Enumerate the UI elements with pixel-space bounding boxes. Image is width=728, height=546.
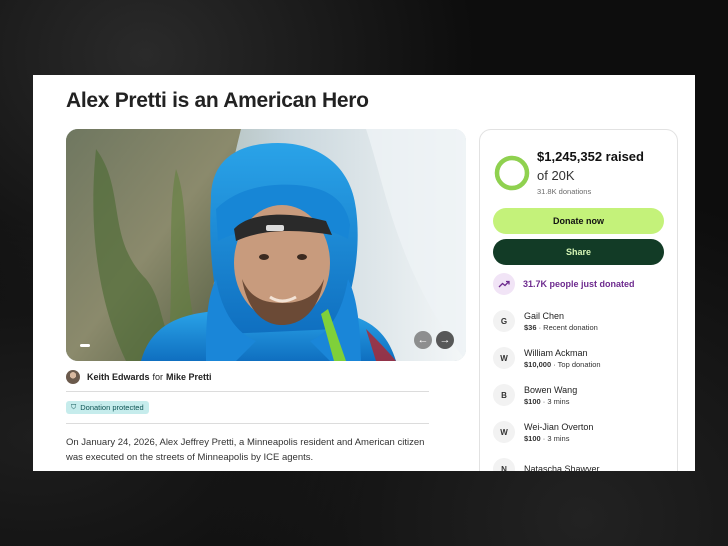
organizer-name[interactable]: Keith Edwards (87, 372, 150, 382)
campaign-photo-image (66, 129, 466, 361)
goal-amount: of 20K (537, 168, 575, 183)
donor-item: N Natascha Shawver (493, 455, 600, 471)
beneficiary-name[interactable]: Mike Pretti (166, 372, 212, 382)
donor-avatar: B (493, 384, 515, 406)
organizer-for-label: for (152, 372, 164, 382)
previous-photo-button[interactable]: ← (414, 331, 432, 349)
trending-donations: 31.7K people just donated (493, 273, 635, 295)
donation-note: · 3 mins (540, 433, 570, 443)
next-photo-button[interactable]: → (436, 331, 454, 349)
share-button[interactable]: Share (493, 239, 664, 265)
donor-item: W William Ackman $10,000 · Top donation (493, 344, 601, 372)
campaign-photo[interactable]: ← → (66, 129, 466, 361)
donor-name: Wei-Jian Overton (524, 421, 594, 432)
donor-avatar: W (493, 421, 515, 443)
donation-amount: $100 (524, 433, 541, 443)
divider (66, 423, 429, 424)
arrow-left-icon: ← (417, 334, 429, 346)
amount-raised: $1,245,352 raised (537, 149, 644, 164)
donation-protected-badge[interactable]: ⛉ Donation protected (66, 401, 149, 414)
donor-name: William Ackman (524, 347, 588, 358)
arrow-right-icon: → (439, 334, 451, 346)
divider (66, 391, 429, 392)
donation-amount: $36 (524, 322, 537, 332)
organizer-avatar[interactable] (66, 370, 80, 384)
page-title: Alex Pretti is an American Hero (66, 89, 369, 112)
donor-avatar: W (493, 347, 515, 369)
donation-card: $1,245,352 raised of 20K 31.8K donations… (479, 129, 678, 471)
campaign-description: On January 24, 2026, Alex Jeffrey Pretti… (66, 437, 425, 463)
donation-amount: $100 (524, 396, 541, 406)
organizer-line: Keith Edwards for Mike Pretti (66, 369, 212, 385)
donor-name: Natascha Shawver (524, 464, 600, 471)
donor-item: B Bowen Wang $100 · 3 mins (493, 381, 577, 409)
donation-note: · 3 mins (540, 396, 570, 406)
shield-icon: ⛉ (71, 403, 77, 411)
slide-indicator[interactable] (80, 344, 90, 347)
donor-name: Gail Chen (524, 310, 565, 321)
donor-item: W Wei-Jian Overton $100 · 3 mins (493, 418, 593, 446)
donor-item: G Gail Chen $36 · Recent donation (493, 307, 598, 335)
progress-ring (494, 155, 530, 191)
badge-label: Donation protected (80, 403, 144, 412)
donations-count: 31.8K donations (537, 187, 592, 196)
donation-amount: $10,000 (524, 359, 552, 369)
donor-name: Bowen Wang (524, 384, 578, 395)
donation-note: · Recent donation (536, 322, 598, 332)
trending-up-icon (493, 273, 515, 295)
donor-avatar: N (493, 458, 515, 471)
campaign-page: Alex Pretti is an American Hero ← → Keit… (33, 75, 695, 471)
donate-button[interactable]: Donate now (493, 208, 664, 234)
trending-text[interactable]: 31.7K people just donated (523, 279, 635, 289)
donation-note: · Top donation (551, 359, 601, 369)
donor-avatar: G (493, 310, 515, 332)
